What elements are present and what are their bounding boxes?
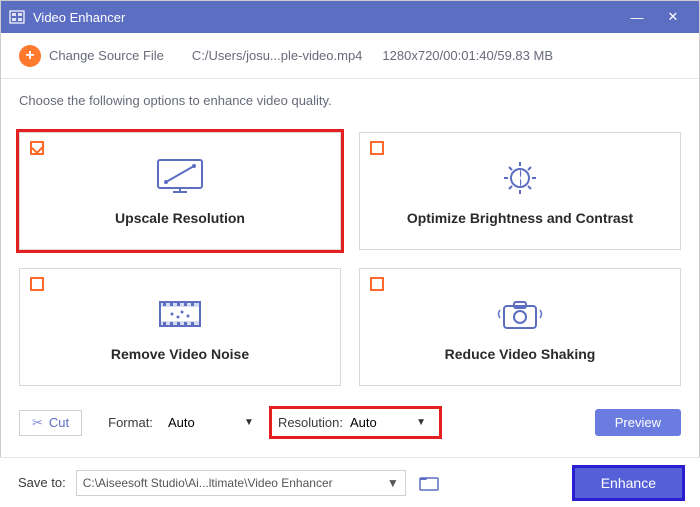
camera-icon xyxy=(492,292,548,336)
enhance-button[interactable]: Enhance xyxy=(575,468,682,498)
toolbar: + Change Source File C:/Users/josu...ple… xyxy=(1,33,699,79)
resolution-select[interactable]: Auto ▼ xyxy=(343,411,433,434)
resolution-value: Auto xyxy=(350,415,377,430)
upscale-checkbox[interactable] xyxy=(30,141,44,155)
caret-down-icon: ▼ xyxy=(244,417,254,428)
brightness-label: Optimize Brightness and Contrast xyxy=(407,210,633,226)
controls-row: ✂ Cut Format: Auto ▼ Resolution: Auto ▼ … xyxy=(19,406,681,439)
monitor-icon xyxy=(152,156,208,200)
save-path-select[interactable]: C:\Aiseesoft Studio\Ai...ltimate\Video E… xyxy=(76,470,406,496)
caret-down-icon: ▼ xyxy=(416,417,426,428)
content-area: Choose the following options to enhance … xyxy=(1,79,699,449)
instruction-text: Choose the following options to enhance … xyxy=(19,93,681,108)
window-title: Video Enhancer xyxy=(33,10,619,25)
save-to-label: Save to: xyxy=(18,475,66,490)
close-button[interactable]: ✕ xyxy=(655,9,691,25)
format-value: Auto xyxy=(168,415,195,430)
footer: Save to: C:\Aiseesoft Studio\Ai...ltimat… xyxy=(0,457,700,507)
upscale-label: Upscale Resolution xyxy=(115,210,245,226)
format-select[interactable]: Auto ▼ xyxy=(161,411,261,434)
app-icon xyxy=(9,9,25,25)
resolution-group: Resolution: Auto ▼ xyxy=(269,406,442,439)
reduce-shaking-card[interactable]: Reduce Video Shaking xyxy=(359,268,681,386)
shaking-label: Reduce Video Shaking xyxy=(445,346,596,362)
sun-icon xyxy=(492,156,548,200)
caret-down-icon: ▼ xyxy=(387,476,399,490)
filmstrip-icon xyxy=(152,292,208,336)
resolution-label: Resolution: xyxy=(278,415,343,430)
add-icon[interactable]: + xyxy=(19,45,41,67)
noise-checkbox[interactable] xyxy=(30,277,44,291)
change-source-button[interactable]: Change Source File xyxy=(49,48,164,63)
noise-label: Remove Video Noise xyxy=(111,346,249,362)
source-fileinfo: 1280x720/00:01:40/59.83 MB xyxy=(382,48,553,63)
brightness-checkbox[interactable] xyxy=(370,141,384,155)
cut-label: Cut xyxy=(49,415,69,430)
scissors-icon: ✂ xyxy=(32,415,43,431)
open-folder-button[interactable] xyxy=(416,472,442,494)
format-label: Format: xyxy=(108,415,153,430)
titlebar: Video Enhancer — ✕ xyxy=(1,1,699,33)
brightness-contrast-card[interactable]: Optimize Brightness and Contrast xyxy=(359,132,681,250)
save-path-value: C:\Aiseesoft Studio\Ai...ltimate\Video E… xyxy=(83,476,333,490)
shaking-checkbox[interactable] xyxy=(370,277,384,291)
options-grid: Upscale Resolution Optimize Brightness a… xyxy=(19,132,681,386)
cut-button[interactable]: ✂ Cut xyxy=(19,410,82,436)
preview-button[interactable]: Preview xyxy=(595,409,681,436)
remove-noise-card[interactable]: Remove Video Noise xyxy=(19,268,341,386)
source-filepath: C:/Users/josu...ple-video.mp4 xyxy=(192,48,363,63)
upscale-resolution-card[interactable]: Upscale Resolution xyxy=(19,132,341,250)
minimize-button[interactable]: — xyxy=(619,10,655,25)
